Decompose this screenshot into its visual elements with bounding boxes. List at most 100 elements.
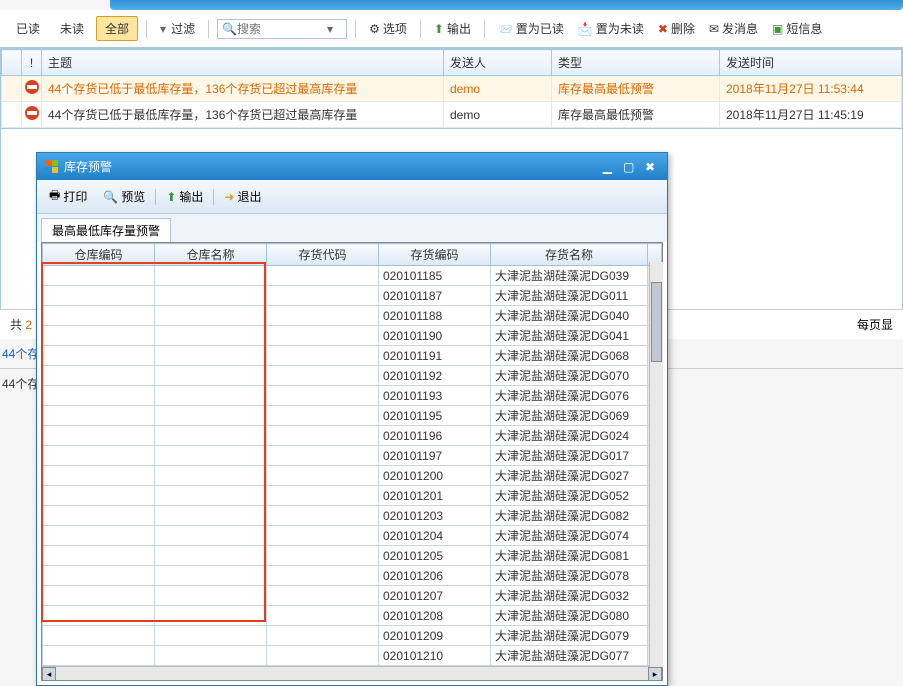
grid-row[interactable]: 020101188大津泥盐湖硅藻泥DG040 xyxy=(43,306,662,326)
filter-label: 过滤 xyxy=(171,20,195,37)
tab-read[interactable]: 已读 xyxy=(8,17,48,40)
grid-row[interactable]: 020101197大津泥盐湖硅藻泥DG017 xyxy=(43,446,662,466)
message-row[interactable]: 44个存货已低于最低库存量，136个存货已超过最高库存量demo库存最高最低预警… xyxy=(2,102,902,128)
dialog-tabs: 最高最低库存量预警 xyxy=(37,214,667,242)
scroll-left-icon[interactable]: ◂ xyxy=(42,667,56,681)
cell-inv-name: 大津泥盐湖硅藻泥DG070 xyxy=(491,366,648,386)
cell-type: 库存最高最低预警 xyxy=(552,76,720,102)
grid-row[interactable]: 020101195大津泥盐湖硅藻泥DG069 xyxy=(43,406,662,426)
cell-inv-name: 大津泥盐湖硅藻泥DG032 xyxy=(491,586,648,606)
scroll-right-icon[interactable]: ▸ xyxy=(648,667,662,681)
gear-icon: ⚙ xyxy=(369,22,380,36)
cell-time: 2018年11月27日 11:53:44 xyxy=(720,76,902,102)
flag-column[interactable] xyxy=(2,50,22,76)
grid-row[interactable]: 020101201大津泥盐湖硅藻泥DG052 xyxy=(43,486,662,506)
cell-inv-code: 020101190 xyxy=(379,326,491,346)
exit-label: 退出 xyxy=(237,188,261,205)
sms-button[interactable]: ▣短信息 xyxy=(767,18,827,39)
tab-unread[interactable]: 未读 xyxy=(52,17,92,40)
mark-unread-button[interactable]: 📩置为未读 xyxy=(573,18,649,39)
cell-inv-code: 020101201 xyxy=(379,486,491,506)
dropdown-icon[interactable]: ▾ xyxy=(327,22,333,36)
separator xyxy=(420,20,421,38)
grid-row[interactable]: 020101191大津泥盐湖硅藻泥DG068 xyxy=(43,346,662,366)
cell-sender: demo xyxy=(444,102,552,128)
sender-column[interactable]: 发送人 xyxy=(444,50,552,76)
dialog-export-label: 输出 xyxy=(179,188,203,205)
cell-inv-name: 大津泥盐湖硅藻泥DG040 xyxy=(491,306,648,326)
cell-inv-code: 020101200 xyxy=(379,466,491,486)
separator xyxy=(208,20,209,38)
delete-button[interactable]: ✖删除 xyxy=(653,18,700,39)
horizontal-scrollbar[interactable]: ◂ ▸ xyxy=(42,666,662,680)
search-input[interactable] xyxy=(237,22,327,36)
grid-row[interactable]: 020101200大津泥盐湖硅藻泥DG027 xyxy=(43,466,662,486)
preview-label: 预览 xyxy=(121,188,145,205)
delete-label: 删除 xyxy=(671,20,695,37)
col-inv-code[interactable]: 存货编码 xyxy=(379,244,491,266)
grid-row[interactable]: 020101204大津泥盐湖硅藻泥DG074 xyxy=(43,526,662,546)
options-button[interactable]: ⚙选项 xyxy=(364,18,412,39)
grid-row[interactable]: 020101205大津泥盐湖硅藻泥DG081 xyxy=(43,546,662,566)
status-column[interactable]: ! xyxy=(22,50,42,76)
exit-button[interactable]: ➜退出 xyxy=(218,186,267,207)
cell-inv-name: 大津泥盐湖硅藻泥DG080 xyxy=(491,606,648,626)
grid-row[interactable]: 020101207大津泥盐湖硅藻泥DG032 xyxy=(43,586,662,606)
message-row[interactable]: 44个存货已低于最低库存量，136个存货已超过最高库存量demo库存最高最低预警… xyxy=(2,76,902,102)
delete-icon: ✖ xyxy=(658,22,668,36)
subject-column[interactable]: 主题 xyxy=(42,50,444,76)
minimize-button[interactable]: ▁ xyxy=(598,160,616,174)
vertical-scrollbar[interactable] xyxy=(649,262,663,667)
send-message-button[interactable]: ✉发消息 xyxy=(704,18,763,39)
grid-row[interactable]: 020101210大津泥盐湖硅藻泥DG077 xyxy=(43,646,662,666)
cell-inv-name: 大津泥盐湖硅藻泥DG011 xyxy=(491,286,648,306)
cell-inv-code: 020101195 xyxy=(379,406,491,426)
type-column[interactable]: 类型 xyxy=(552,50,720,76)
scroll-thumb[interactable] xyxy=(651,282,662,362)
message-table: ! 主题 发送人 类型 发送时间 44个存货已低于最低库存量，136个存货已超过… xyxy=(0,48,903,129)
cell-sender: demo xyxy=(444,76,552,102)
separator xyxy=(355,20,356,38)
cell-inv-code: 020101209 xyxy=(379,626,491,646)
cell-inv-code: 020101210 xyxy=(379,646,491,666)
cell-inv-name: 大津泥盐湖硅藻泥DG078 xyxy=(491,566,648,586)
alert-grid[interactable]: 仓库编码 仓库名称 存货代码 存货编码 存货名称 020101185大津泥盐湖硅… xyxy=(41,242,663,681)
app-logo-icon xyxy=(45,160,58,173)
col-warehouse-code[interactable]: 仓库编码 xyxy=(43,244,155,266)
dialog-titlebar[interactable]: 库存预警 ▁ ▢ ✖ xyxy=(37,153,667,180)
grid-row[interactable]: 020101187大津泥盐湖硅藻泥DG011 xyxy=(43,286,662,306)
tab-min-max-alert[interactable]: 最高最低库存量预警 xyxy=(41,218,171,242)
maximize-button[interactable]: ▢ xyxy=(620,160,638,174)
grid-row[interactable]: 020101208大津泥盐湖硅藻泥DG080 xyxy=(43,606,662,626)
dialog-export-button[interactable]: ⬆输出 xyxy=(160,186,209,207)
grid-row[interactable]: 020101185大津泥盐湖硅藻泥DG039 xyxy=(43,266,662,286)
cell-type: 库存最高最低预警 xyxy=(552,102,720,128)
mail-unread-icon: 📩 xyxy=(578,22,593,36)
col-inv-proxy[interactable]: 存货代码 xyxy=(267,244,379,266)
print-button[interactable]: 🖶打印 xyxy=(43,184,93,209)
cell-inv-name: 大津泥盐湖硅藻泥DG052 xyxy=(491,486,648,506)
cell-inv-name: 大津泥盐湖硅藻泥DG068 xyxy=(491,346,648,366)
main-toolbar: 已读 未读 全部 ▾过滤 🔍 ▾ ⚙选项 ⬆输出 📨置为已读 📩置为未读 ✖删除… xyxy=(0,10,903,48)
grid-row[interactable]: 020101190大津泥盐湖硅藻泥DG041 xyxy=(43,326,662,346)
tab-all[interactable]: 全部 xyxy=(96,16,138,41)
grid-row[interactable]: 020101196大津泥盐湖硅藻泥DG024 xyxy=(43,426,662,446)
cell-inv-name: 大津泥盐湖硅藻泥DG074 xyxy=(491,526,648,546)
search-box[interactable]: 🔍 ▾ xyxy=(217,19,347,39)
time-column[interactable]: 发送时间 xyxy=(720,50,902,76)
col-inv-name[interactable]: 存货名称 xyxy=(491,244,648,266)
cell-inv-code: 020101204 xyxy=(379,526,491,546)
filter-button[interactable]: ▾过滤 xyxy=(155,18,200,39)
grid-row[interactable]: 020101206大津泥盐湖硅藻泥DG078 xyxy=(43,566,662,586)
col-warehouse-name[interactable]: 仓库名称 xyxy=(155,244,267,266)
grid-row[interactable]: 020101209大津泥盐湖硅藻泥DG079 xyxy=(43,626,662,646)
grid-row[interactable]: 020101193大津泥盐湖硅藻泥DG076 xyxy=(43,386,662,406)
preview-button[interactable]: 🔍预览 xyxy=(97,186,151,207)
print-label: 打印 xyxy=(63,188,87,205)
grid-row[interactable]: 020101203大津泥盐湖硅藻泥DG082 xyxy=(43,506,662,526)
mark-read-label: 置为已读 xyxy=(516,20,564,37)
grid-row[interactable]: 020101192大津泥盐湖硅藻泥DG070 xyxy=(43,366,662,386)
export-button[interactable]: ⬆输出 xyxy=(429,18,476,39)
close-button[interactable]: ✖ xyxy=(641,160,659,174)
mark-read-button[interactable]: 📨置为已读 xyxy=(493,18,569,39)
